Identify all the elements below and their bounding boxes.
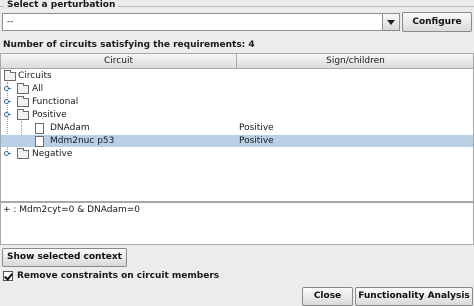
remove-constraints-label[interactable]: Remove constraints on circuit members xyxy=(17,271,219,281)
tree-row-label: Negative xyxy=(32,149,73,159)
folder-icon xyxy=(17,83,29,94)
circuit-count-label: Number of circuits satisfying the requir… xyxy=(3,40,255,50)
document-icon xyxy=(35,123,44,134)
show-selected-context-button[interactable]: Show selected context xyxy=(2,248,127,267)
tree-row-positive[interactable]: Positive xyxy=(1,109,473,121)
folder-icon xyxy=(17,148,29,159)
configure-button[interactable]: Configure xyxy=(402,12,472,32)
perturbation-select-value: -- xyxy=(7,17,14,27)
tree-row-label: All xyxy=(32,84,44,94)
tree-row-all[interactable]: All xyxy=(1,83,473,95)
circuit-tree-table[interactable]: Circuit Sign/children Circuits All Funct… xyxy=(0,53,474,202)
tree-collapse-handle-icon[interactable] xyxy=(4,111,12,118)
tree-row-label: Mdm2nuc p53 xyxy=(50,136,115,146)
tree-row-sign: Positive xyxy=(239,123,274,133)
perturbation-group-title: Select a perturbation xyxy=(4,0,119,10)
functionality-analysis-button[interactable]: Functionality Analysis xyxy=(355,287,473,306)
tree-expand-handle-icon[interactable] xyxy=(4,85,12,92)
remove-constraints-checkbox[interactable] xyxy=(3,271,13,281)
tree-row-negative[interactable]: Negative xyxy=(1,148,473,160)
column-header-sign[interactable]: Sign/children xyxy=(238,54,473,68)
tree-row-label: Circuits xyxy=(18,71,52,81)
folder-icon xyxy=(4,70,16,81)
column-header-circuit[interactable]: Circuit xyxy=(1,54,237,68)
folder-icon xyxy=(17,96,29,107)
tree-row-functional[interactable]: Functional xyxy=(1,96,473,108)
perturbation-select[interactable]: -- xyxy=(2,13,400,31)
tree-expand-handle-icon[interactable] xyxy=(4,98,12,105)
tree-row-circuits[interactable]: Circuits xyxy=(1,70,473,82)
tree-expand-handle-icon[interactable] xyxy=(4,150,12,157)
tree-row-label: Positive xyxy=(32,110,67,120)
tree-row-dnadam[interactable]: DNAdam Positive xyxy=(1,122,473,134)
tree-row-sign: Positive xyxy=(239,136,274,146)
close-button[interactable]: Close xyxy=(302,287,353,306)
table-header: Circuit Sign/children xyxy=(1,54,473,69)
folder-icon xyxy=(17,109,29,120)
tree-row-label: Functional xyxy=(32,97,79,107)
context-text-area[interactable]: + : Mdm2cyt=0 & DNAdam=0 xyxy=(0,202,474,245)
document-icon xyxy=(35,136,44,147)
tree-row-mdm2nuc-p53[interactable]: Mdm2nuc p53 Positive xyxy=(1,135,473,147)
tree-row-label: DNAdam xyxy=(50,123,90,133)
context-text: + : Mdm2cyt=0 & DNAdam=0 xyxy=(3,205,140,215)
dropdown-arrow-icon[interactable] xyxy=(382,14,399,30)
